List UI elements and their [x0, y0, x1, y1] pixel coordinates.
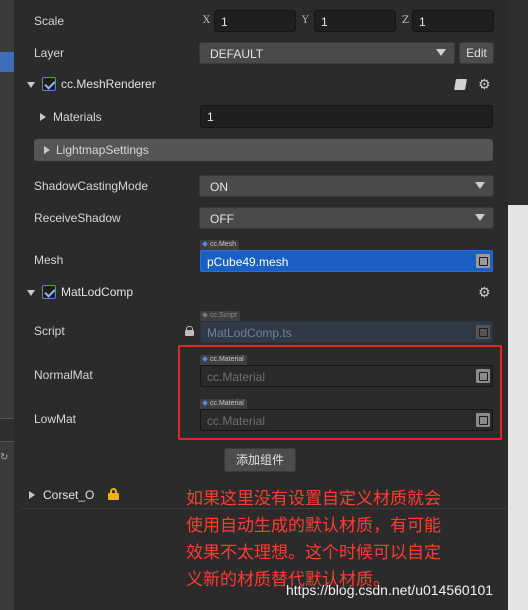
lightmap-expand-icon [44, 146, 50, 154]
chevron-down-icon [436, 49, 446, 56]
right-edge-panel [508, 0, 528, 215]
mesh-field[interactable]: pCube49.mesh [200, 250, 493, 272]
lock-icon [185, 326, 194, 336]
lightmap-settings-label: LightmapSettings [56, 143, 149, 157]
mesh-renderer-title: cc.MeshRenderer [61, 77, 156, 91]
book-icon[interactable] [454, 79, 467, 90]
corset-title: Corset_O [43, 488, 95, 502]
scale-x-input[interactable]: 1 [214, 10, 296, 32]
annotation-line-3: 效果不太理想。这个时候可以自定 [186, 543, 441, 563]
y-axis-label: Y [302, 15, 309, 26]
annotation-line-1: 如果这里没有设置自定义材质就会 [186, 489, 441, 509]
gear-icon[interactable]: ⚙ [478, 77, 491, 91]
mesh-renderer-collapse-icon[interactable] [27, 82, 35, 88]
add-component-button[interactable]: 添加组件 [224, 448, 296, 472]
chevron-down-icon [475, 182, 485, 189]
x-axis-label: X [203, 15, 211, 26]
script-field: MatLodComp.ts [200, 321, 493, 343]
chevron-down-icon [475, 214, 485, 221]
watermark: https://blog.csdn.net/u014560101 [286, 582, 494, 598]
left-dock-marker-1 [0, 418, 14, 442]
right-edge-background [508, 205, 528, 610]
mesh-type-tag: cc.Mesh [200, 240, 240, 250]
z-axis-label: Z [402, 15, 409, 26]
materials-expand-icon[interactable] [40, 113, 46, 121]
annotation-line-2: 使用自动生成的默认材质，有可能 [186, 516, 441, 536]
mesh-label: Mesh [34, 253, 64, 267]
gear-icon[interactable]: ⚙ [478, 285, 491, 299]
shadow-casting-label: ShadowCastingMode [34, 179, 149, 193]
picker-icon[interactable] [476, 254, 490, 268]
lock-icon [108, 488, 119, 500]
mesh-renderer-enabled-checkbox[interactable] [42, 77, 56, 91]
picker-icon [476, 325, 490, 339]
scale-z-input[interactable]: 1 [412, 10, 494, 32]
layer-select[interactable]: DEFAULT [199, 42, 455, 64]
corset-expand-icon[interactable] [29, 491, 35, 499]
normal-mat-label: NormalMat [34, 368, 93, 382]
mat-lod-title: MatLodComp [61, 285, 134, 299]
highlight-box [178, 345, 502, 440]
mat-lod-enabled-checkbox[interactable] [42, 285, 56, 299]
script-label: Script [34, 324, 65, 338]
left-dock-strip [0, 0, 14, 610]
left-dock-selected [0, 52, 14, 72]
low-mat-label: LowMat [34, 412, 77, 426]
receive-shadow-label: ReceiveShadow [34, 211, 121, 225]
scale-y-input[interactable]: 1 [314, 10, 396, 32]
left-dock-icon: ↻ [0, 452, 9, 463]
mat-lod-collapse-icon[interactable] [27, 290, 35, 296]
shadow-casting-select[interactable]: ON [199, 175, 494, 197]
scale-label: Scale [34, 14, 65, 28]
materials-count-input[interactable]: 1 [200, 105, 493, 128]
script-type-tag: cc.Script [200, 311, 240, 321]
layer-edit-button[interactable]: Edit [459, 42, 494, 64]
materials-label: Materials [53, 110, 102, 124]
receive-shadow-select[interactable]: OFF [199, 207, 494, 229]
layer-label: Layer [34, 46, 65, 60]
